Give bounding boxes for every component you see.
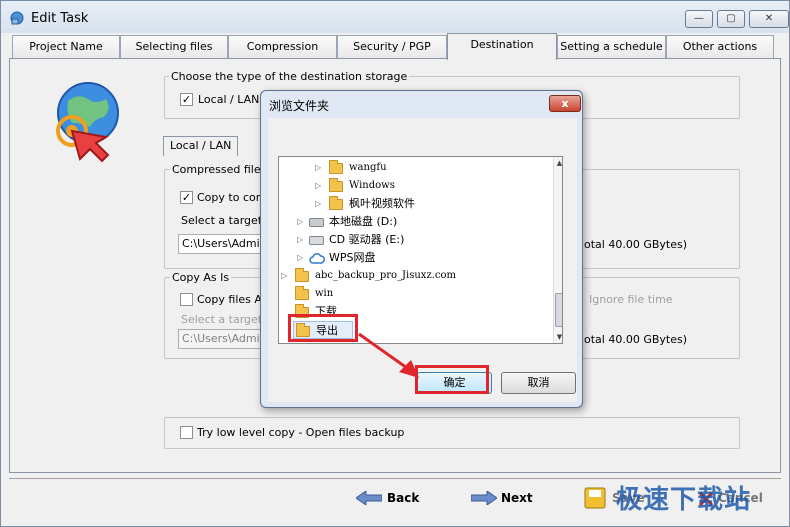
- back-arrow-icon: [356, 491, 382, 505]
- folder-icon: [329, 178, 343, 192]
- tree-item-label: WPS网盘: [329, 251, 376, 264]
- maximize-button[interactable]: ▢: [717, 10, 745, 28]
- back-label: Back: [387, 491, 420, 505]
- scroll-thumb[interactable]: [555, 293, 562, 327]
- title-bar: Edit Task — ▢ ✕: [1, 1, 789, 33]
- local-lan-label: Local / LAN: [198, 93, 260, 106]
- next-arrow-icon: [471, 491, 497, 505]
- highlight-box-ok-button: [415, 365, 489, 394]
- next-button[interactable]: Next: [471, 489, 541, 509]
- folder-icon: [329, 196, 343, 210]
- tab-compression[interactable]: Compression: [228, 35, 337, 59]
- as-is-path-input[interactable]: C:\Users\Admini: [178, 329, 272, 349]
- copy-as-is-checkbox[interactable]: [180, 293, 193, 306]
- ignore-file-time-label: Ignore file time: [589, 293, 673, 306]
- low-level-copy-checkbox[interactable]: [180, 426, 193, 439]
- folder-icon: [295, 286, 309, 300]
- expand-icon[interactable]: ▷: [281, 267, 287, 285]
- tree-item-label: abc_backup_pro_Jisuxz.com: [315, 270, 457, 281]
- tab-project-name[interactable]: Project Name: [12, 35, 120, 59]
- save-icon: [584, 487, 606, 509]
- tree-item-label: CD 驱动器 (E:): [329, 233, 405, 246]
- highlight-box-export-folder: [288, 314, 358, 342]
- cd-drive-icon: [309, 236, 324, 245]
- tree-item-label: win: [315, 288, 334, 299]
- watermark-text: 极速下载站: [616, 485, 752, 515]
- compressed-total-space: otal 40.00 GBytes): [584, 238, 688, 251]
- close-button[interactable]: ✕: [749, 10, 789, 28]
- as-is-total-space: otal 40.00 GBytes): [584, 333, 688, 346]
- expand-icon[interactable]: ▷: [315, 195, 321, 213]
- window-title: Edit Task: [31, 11, 89, 26]
- tree-item-label: Windows: [349, 180, 395, 191]
- low-level-copy-label: Try low level copy - Open files backup: [197, 426, 405, 439]
- back-button[interactable]: Back: [356, 489, 426, 509]
- hard-drive-icon: [309, 218, 324, 227]
- expand-icon[interactable]: ▷: [297, 213, 303, 231]
- tab-security-pgp[interactable]: Security / PGP: [337, 35, 447, 59]
- dialog-cancel-button[interactable]: 取消: [501, 372, 576, 394]
- next-label: Next: [501, 491, 533, 505]
- tab-other-actions[interactable]: Other actions: [666, 35, 774, 59]
- subtab-local-lan[interactable]: Local / LAN: [163, 136, 239, 156]
- tab-bar: Project Name Selecting files Compression…: [9, 33, 785, 60]
- tree-item-label: 本地磁盘 (D:): [329, 215, 398, 228]
- dialog-title: 浏览文件夹: [269, 99, 330, 113]
- cloud-icon: [309, 253, 325, 264]
- expand-icon[interactable]: ▷: [297, 249, 303, 267]
- scroll-up-arrow-icon[interactable]: ▲: [554, 157, 562, 169]
- expand-icon[interactable]: ▷: [315, 177, 321, 195]
- tree-item-label: wangfu: [349, 162, 387, 173]
- tree-scrollbar[interactable]: ▲ ▼: [553, 157, 562, 343]
- tab-setting-a-schedule[interactable]: Setting a schedule: [557, 35, 666, 59]
- minimize-button[interactable]: —: [685, 10, 713, 28]
- expand-icon[interactable]: ▷: [315, 159, 321, 177]
- globe-network-icon: [56, 82, 119, 163]
- compressed-path-input[interactable]: C:\Users\Admini: [178, 234, 272, 254]
- annotation-arrow-icon: [358, 332, 419, 378]
- scroll-down-arrow-icon[interactable]: ▼: [554, 331, 562, 343]
- tree-item-label: 枫叶视频软件: [349, 197, 415, 210]
- folder-icon: [295, 268, 309, 282]
- compressed-files-title: Compressed files: [170, 163, 269, 176]
- dialog-close-button[interactable]: x: [549, 95, 581, 112]
- app-icon: [10, 11, 24, 25]
- storage-type-title: Choose the type of the destination stora…: [169, 70, 410, 83]
- expand-icon[interactable]: ▷: [297, 231, 303, 249]
- copy-compressed-checkbox[interactable]: ✓: [180, 191, 193, 204]
- local-lan-checkbox[interactable]: ✓: [180, 93, 193, 106]
- tab-destination[interactable]: Destination: [447, 33, 557, 60]
- folder-icon: [329, 160, 343, 174]
- copy-as-is-title: Copy As Is: [170, 271, 232, 284]
- tab-selecting-files[interactable]: Selecting files: [120, 35, 228, 59]
